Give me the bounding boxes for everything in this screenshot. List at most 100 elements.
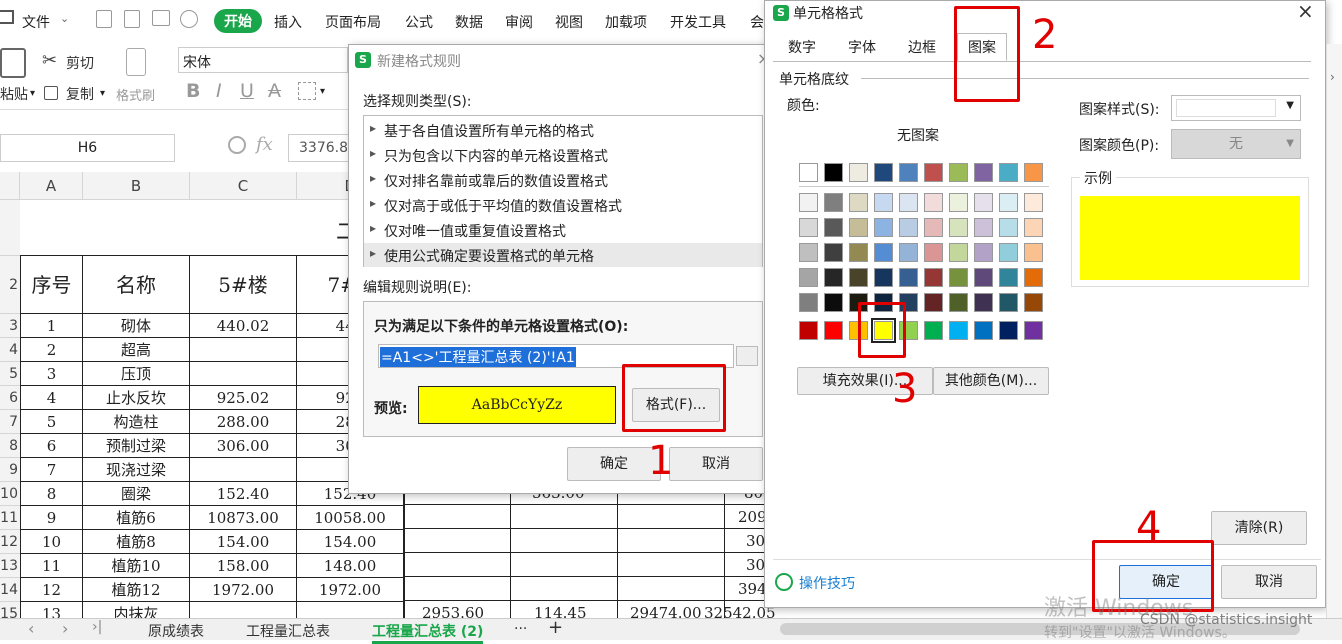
color-swatch[interactable] <box>999 193 1018 212</box>
header-cell-5[interactable]: 5#楼 <box>190 256 297 314</box>
color-swatch[interactable] <box>974 193 993 212</box>
cell-name[interactable]: 预制过梁 <box>83 434 190 458</box>
tab-insert[interactable]: 插入 <box>274 12 302 32</box>
file-menu[interactable]: 文件 <box>22 12 50 32</box>
chevron-down-icon[interactable]: ▾ <box>320 86 325 97</box>
name-box[interactable]: H6 <box>0 134 175 162</box>
menu-icon[interactable] <box>0 10 14 24</box>
color-swatch[interactable] <box>974 293 993 312</box>
cell-no[interactable]: 3 <box>20 362 83 386</box>
copy-icon[interactable] <box>44 86 58 100</box>
cut-button[interactable]: 剪切 <box>66 53 94 73</box>
sheet-tab-active[interactable]: 工程量汇总表 (2) <box>372 621 484 644</box>
cell-value[interactable]: 30 <box>746 556 765 574</box>
cell-value[interactable]: 440.02 <box>190 314 297 338</box>
color-swatch[interactable] <box>949 163 968 182</box>
row-header[interactable]: 11 <box>0 506 20 530</box>
color-swatch[interactable] <box>1024 163 1043 182</box>
tips-icon[interactable] <box>775 573 793 591</box>
cancel-button[interactable]: 取消 <box>1221 565 1317 599</box>
color-swatch[interactable] <box>999 268 1018 287</box>
save-icon[interactable] <box>96 10 112 28</box>
color-swatch[interactable] <box>1024 218 1043 237</box>
color-swatch[interactable] <box>1024 293 1043 312</box>
color-swatch[interactable] <box>974 243 993 262</box>
color-swatch[interactable] <box>999 321 1018 340</box>
copy-button[interactable]: 复制 <box>66 84 94 104</box>
fx-icon[interactable]: fx <box>256 134 273 155</box>
color-swatch[interactable] <box>899 243 918 262</box>
color-swatch[interactable] <box>949 268 968 287</box>
rule-type-list[interactable]: 基于各自值设置所有单元格的格式 只为包含以下内容的单元格设置格式 仅对排名靠前或… <box>363 115 763 267</box>
color-swatch[interactable] <box>849 218 868 237</box>
color-swatch[interactable] <box>924 193 943 212</box>
cell-value[interactable]: 148.00 <box>297 554 404 578</box>
rule-type-item[interactable]: 仅对高于或低于平均值的数值设置格式 <box>370 196 622 216</box>
color-swatch[interactable] <box>824 268 843 287</box>
cell-no[interactable]: 2 <box>20 338 83 362</box>
row-header[interactable]: 9 <box>0 458 20 482</box>
cancel-button[interactable]: 取消 <box>669 447 763 481</box>
scissors-icon[interactable]: ✂ <box>42 50 57 71</box>
color-swatch[interactable] <box>1024 193 1043 212</box>
cell-value[interactable]: 152.40 <box>190 482 297 506</box>
pattern-style-select[interactable]: ▼ <box>1171 95 1301 121</box>
rule-type-item[interactable]: 基于各自值设置所有单元格的格式 <box>370 121 594 141</box>
tab-home[interactable]: 开始 <box>214 9 262 33</box>
color-swatch[interactable] <box>824 321 843 340</box>
color-swatch[interactable] <box>799 268 818 287</box>
column-header-b[interactable]: B <box>83 172 190 200</box>
cell-value[interactable]: 10058.00 <box>297 506 404 530</box>
cell-value[interactable]: 288.00 <box>190 410 297 434</box>
add-sheet-button[interactable]: + <box>548 617 563 638</box>
more-colors-button[interactable]: 其他颜色(M)... <box>933 367 1049 395</box>
cell-no[interactable]: 11 <box>20 554 83 578</box>
color-swatch[interactable] <box>1024 243 1043 262</box>
color-swatch[interactable] <box>974 321 993 340</box>
color-swatch[interactable] <box>849 243 868 262</box>
color-swatch[interactable] <box>899 268 918 287</box>
paste-button[interactable]: 粘贴 <box>0 84 28 104</box>
cell-value[interactable]: 1972.00 <box>190 578 297 602</box>
border-icon[interactable] <box>298 82 316 100</box>
rule-type-item-selected[interactable]: 使用公式确定要设置格式的单元格 <box>370 246 594 266</box>
cell-value[interactable]: 30 <box>746 532 765 550</box>
column-header-c[interactable]: C <box>190 172 297 200</box>
color-swatch[interactable] <box>949 193 968 212</box>
last-sheet-icon[interactable]: ›| <box>92 619 102 635</box>
color-swatch[interactable] <box>999 293 1018 312</box>
cell-value[interactable] <box>190 362 297 386</box>
rule-type-item[interactable]: 只为包含以下内容的单元格设置格式 <box>370 146 608 166</box>
row-header[interactable]: 4 <box>0 338 20 362</box>
color-swatch[interactable] <box>924 218 943 237</box>
cell-value[interactable]: 10873.00 <box>190 506 297 530</box>
tab-border[interactable]: 边框 <box>897 33 947 61</box>
column-header-a[interactable]: A <box>20 172 83 200</box>
row-header[interactable]: 10 <box>0 482 20 506</box>
tab-number[interactable]: 数字 <box>777 33 827 61</box>
color-swatch[interactable] <box>824 193 843 212</box>
more-sheets-button[interactable]: ··· <box>514 621 527 637</box>
color-swatch[interactable] <box>899 193 918 212</box>
bold-button[interactable]: B <box>186 80 200 102</box>
row-header[interactable]: 7 <box>0 410 20 434</box>
color-swatch[interactable] <box>1024 321 1043 340</box>
sheet-tab[interactable]: 工程量汇总表 <box>246 621 330 641</box>
zoom-icon[interactable] <box>228 136 246 154</box>
cell-name[interactable]: 止水反坎 <box>83 386 190 410</box>
color-swatch[interactable] <box>799 243 818 262</box>
tips-link[interactable]: 操作技巧 <box>799 573 855 593</box>
color-swatch[interactable] <box>799 321 818 340</box>
color-swatch[interactable] <box>949 218 968 237</box>
tab-more[interactable]: 会 <box>750 12 764 32</box>
cell-name[interactable]: 植筋10 <box>83 554 190 578</box>
ok-button[interactable]: 确定 <box>567 447 661 481</box>
row-header[interactable]: 14 <box>0 578 20 602</box>
cell-value[interactable]: 154.00 <box>297 530 404 554</box>
clear-button[interactable]: 清除(R) <box>1211 511 1307 545</box>
rule-type-item[interactable]: 仅对唯一值或重复值设置格式 <box>370 221 566 241</box>
row-header[interactable]: 3 <box>0 314 20 338</box>
color-swatch[interactable] <box>924 293 943 312</box>
cell-name[interactable]: 现浇过梁 <box>83 458 190 482</box>
cell-name[interactable]: 植筋6 <box>83 506 190 530</box>
